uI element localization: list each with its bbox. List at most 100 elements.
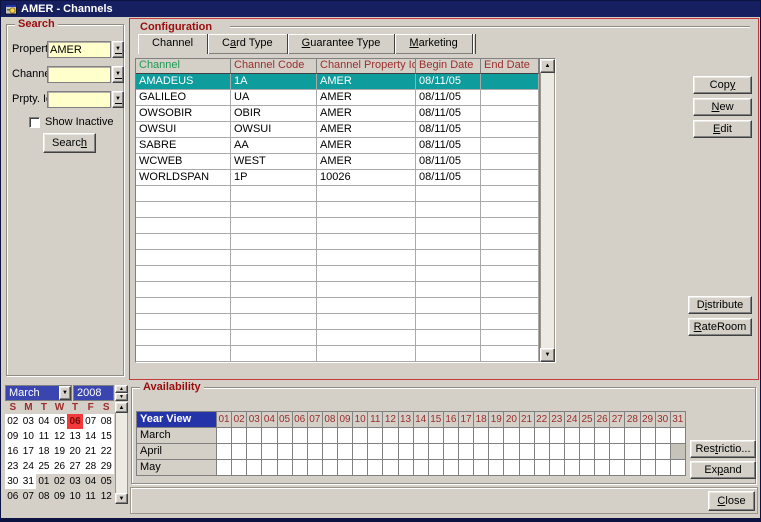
availability-cell[interactable] bbox=[565, 444, 580, 460]
channel-lov-button[interactable]: ▼ bbox=[112, 66, 124, 83]
availability-cell[interactable] bbox=[429, 444, 444, 460]
calendar-day[interactable]: 09 bbox=[52, 489, 68, 504]
close-button[interactable]: Close bbox=[708, 491, 755, 511]
calendar-day[interactable]: 16 bbox=[5, 444, 21, 459]
availability-cell[interactable] bbox=[580, 444, 595, 460]
calendar-day[interactable]: 28 bbox=[83, 459, 99, 474]
availability-cell[interactable] bbox=[414, 428, 429, 444]
availability-cell[interactable] bbox=[580, 428, 595, 444]
availability-cell[interactable] bbox=[353, 428, 368, 444]
calendar-month-dropdown-button[interactable]: ▼ bbox=[59, 386, 71, 400]
scrollbar-track[interactable] bbox=[115, 413, 128, 493]
distribute-button[interactable]: Distribute bbox=[688, 296, 752, 314]
availability-cell[interactable] bbox=[414, 444, 429, 460]
availability-cell[interactable] bbox=[656, 428, 671, 444]
calendar-day[interactable]: 15 bbox=[98, 429, 114, 444]
scrollbar-track[interactable] bbox=[540, 73, 555, 348]
availability-cell[interactable] bbox=[262, 444, 277, 460]
availability-cell[interactable] bbox=[414, 460, 429, 476]
availability-cell[interactable] bbox=[671, 428, 686, 444]
calendar-day[interactable]: 05 bbox=[98, 474, 114, 489]
availability-cell[interactable] bbox=[595, 428, 610, 444]
availability-cell[interactable] bbox=[308, 444, 323, 460]
rateroom-button[interactable]: RateRoom bbox=[688, 318, 752, 336]
availability-cell[interactable] bbox=[232, 460, 247, 476]
availability-cell[interactable] bbox=[610, 460, 625, 476]
availability-cell[interactable] bbox=[671, 444, 686, 460]
calendar-day[interactable]: 08 bbox=[98, 414, 114, 429]
availability-cell[interactable] bbox=[520, 428, 535, 444]
copy-button[interactable]: Copy bbox=[693, 76, 752, 94]
availability-cell[interactable] bbox=[489, 444, 504, 460]
availability-cell[interactable] bbox=[474, 460, 489, 476]
calendar-day[interactable]: 07 bbox=[83, 414, 99, 429]
availability-cell[interactable] bbox=[459, 428, 474, 444]
availability-cell[interactable] bbox=[262, 460, 277, 476]
calendar-day[interactable]: 17 bbox=[21, 444, 37, 459]
calendar-day[interactable]: 23 bbox=[5, 459, 21, 474]
calendar-day[interactable]: 06 bbox=[5, 489, 21, 504]
availability-cell[interactable] bbox=[625, 460, 640, 476]
availability-cell[interactable] bbox=[247, 460, 262, 476]
availability-cell[interactable] bbox=[338, 428, 353, 444]
availability-cell[interactable] bbox=[293, 428, 308, 444]
scroll-up-button[interactable]: ▲ bbox=[540, 59, 555, 73]
calendar-day[interactable]: 25 bbox=[36, 459, 52, 474]
tab-guarantee-type[interactable]: Guarantee Type bbox=[288, 34, 396, 54]
scroll-down-button[interactable]: ▼ bbox=[540, 348, 555, 362]
availability-cell[interactable] bbox=[308, 460, 323, 476]
show-inactive-checkbox[interactable] bbox=[29, 117, 40, 128]
availability-cell[interactable] bbox=[247, 428, 262, 444]
calendar-day[interactable]: 26 bbox=[52, 459, 68, 474]
availability-cell[interactable] bbox=[217, 428, 232, 444]
calendar-day[interactable]: 22 bbox=[98, 444, 114, 459]
availability-cell[interactable] bbox=[459, 460, 474, 476]
calendar-day[interactable]: 04 bbox=[83, 474, 99, 489]
availability-cell[interactable] bbox=[368, 444, 383, 460]
scroll-down-button[interactable]: ▼ bbox=[115, 493, 128, 504]
availability-cell[interactable] bbox=[429, 460, 444, 476]
availability-cell[interactable] bbox=[625, 444, 640, 460]
availability-cell[interactable] bbox=[368, 428, 383, 444]
availability-cell[interactable] bbox=[353, 460, 368, 476]
titlebar[interactable]: AMER - Channels bbox=[1, 1, 760, 17]
property-lov-button[interactable]: ▼ bbox=[112, 41, 124, 58]
property-id-input[interactable] bbox=[47, 91, 111, 108]
calendar-day[interactable]: 13 bbox=[67, 429, 83, 444]
availability-cell[interactable] bbox=[232, 428, 247, 444]
availability-cell[interactable] bbox=[232, 444, 247, 460]
availability-cell[interactable] bbox=[535, 444, 550, 460]
calendar-day[interactable]: 10 bbox=[21, 429, 37, 444]
availability-cell[interactable] bbox=[504, 460, 519, 476]
availability-cell[interactable] bbox=[262, 428, 277, 444]
calendar-month-select[interactable]: March ▼ bbox=[5, 385, 72, 401]
calendar-day[interactable]: 03 bbox=[67, 474, 83, 489]
channel-input[interactable] bbox=[47, 66, 111, 83]
availability-cell[interactable] bbox=[535, 460, 550, 476]
availability-cell[interactable] bbox=[641, 444, 656, 460]
calendar-day[interactable]: 02 bbox=[5, 414, 21, 429]
availability-cell[interactable] bbox=[308, 428, 323, 444]
calendar-day[interactable]: 19 bbox=[52, 444, 68, 459]
availability-cell[interactable] bbox=[323, 428, 338, 444]
calendar-day[interactable]: 27 bbox=[67, 459, 83, 474]
expand-button[interactable]: Expand bbox=[690, 461, 756, 479]
calendar-day[interactable]: 11 bbox=[36, 429, 52, 444]
calendar-day[interactable]: 21 bbox=[83, 444, 99, 459]
column-header-begin-date[interactable]: Begin Date bbox=[416, 59, 481, 74]
new-button[interactable]: New bbox=[693, 98, 752, 116]
scroll-up-button[interactable]: ▲ bbox=[115, 402, 128, 413]
availability-cell[interactable] bbox=[504, 444, 519, 460]
availability-cell[interactable] bbox=[520, 460, 535, 476]
availability-cell[interactable] bbox=[323, 444, 338, 460]
availability-cell[interactable] bbox=[565, 428, 580, 444]
calendar-day[interactable]: 30 bbox=[5, 474, 21, 489]
availability-cell[interactable] bbox=[550, 460, 565, 476]
availability-cell[interactable] bbox=[444, 444, 459, 460]
calendar-day[interactable]: 14 bbox=[83, 429, 99, 444]
spinner-up-button[interactable]: ▲ bbox=[115, 385, 128, 393]
availability-cell[interactable] bbox=[504, 428, 519, 444]
search-button[interactable]: Search bbox=[43, 133, 96, 153]
table-row[interactable]: WCWEBWESTAMER08/11/05 bbox=[136, 154, 539, 170]
availability-cell[interactable] bbox=[368, 460, 383, 476]
